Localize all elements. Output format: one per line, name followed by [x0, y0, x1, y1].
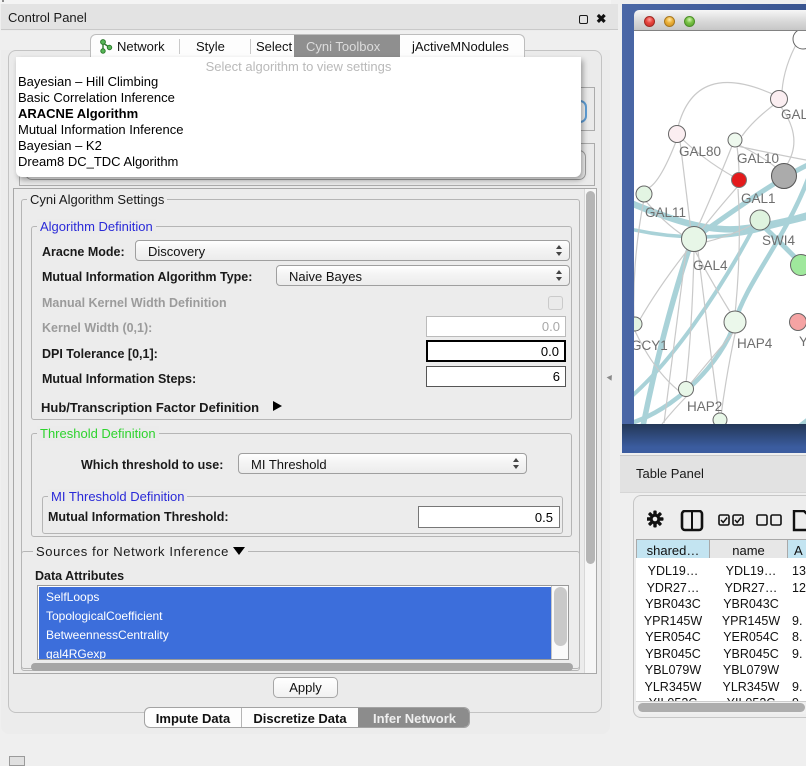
svg-text:GAL4: GAL4 [693, 258, 728, 273]
svg-text:HAP4: HAP4 [737, 336, 773, 351]
svg-text:GAL2: GAL2 [781, 107, 806, 122]
svg-text:GAL80: GAL80 [679, 144, 721, 159]
svg-text:HAP2: HAP2 [687, 399, 722, 414]
svg-text:SWI4: SWI4 [762, 233, 795, 248]
svg-text:GAL11: GAL11 [645, 205, 686, 220]
svg-text:GAL1: GAL1 [741, 191, 776, 206]
svg-text:GAL10: GAL10 [737, 151, 779, 166]
svg-text:GCY1: GCY1 [634, 338, 668, 353]
svg-text:Y: Y [799, 334, 806, 349]
